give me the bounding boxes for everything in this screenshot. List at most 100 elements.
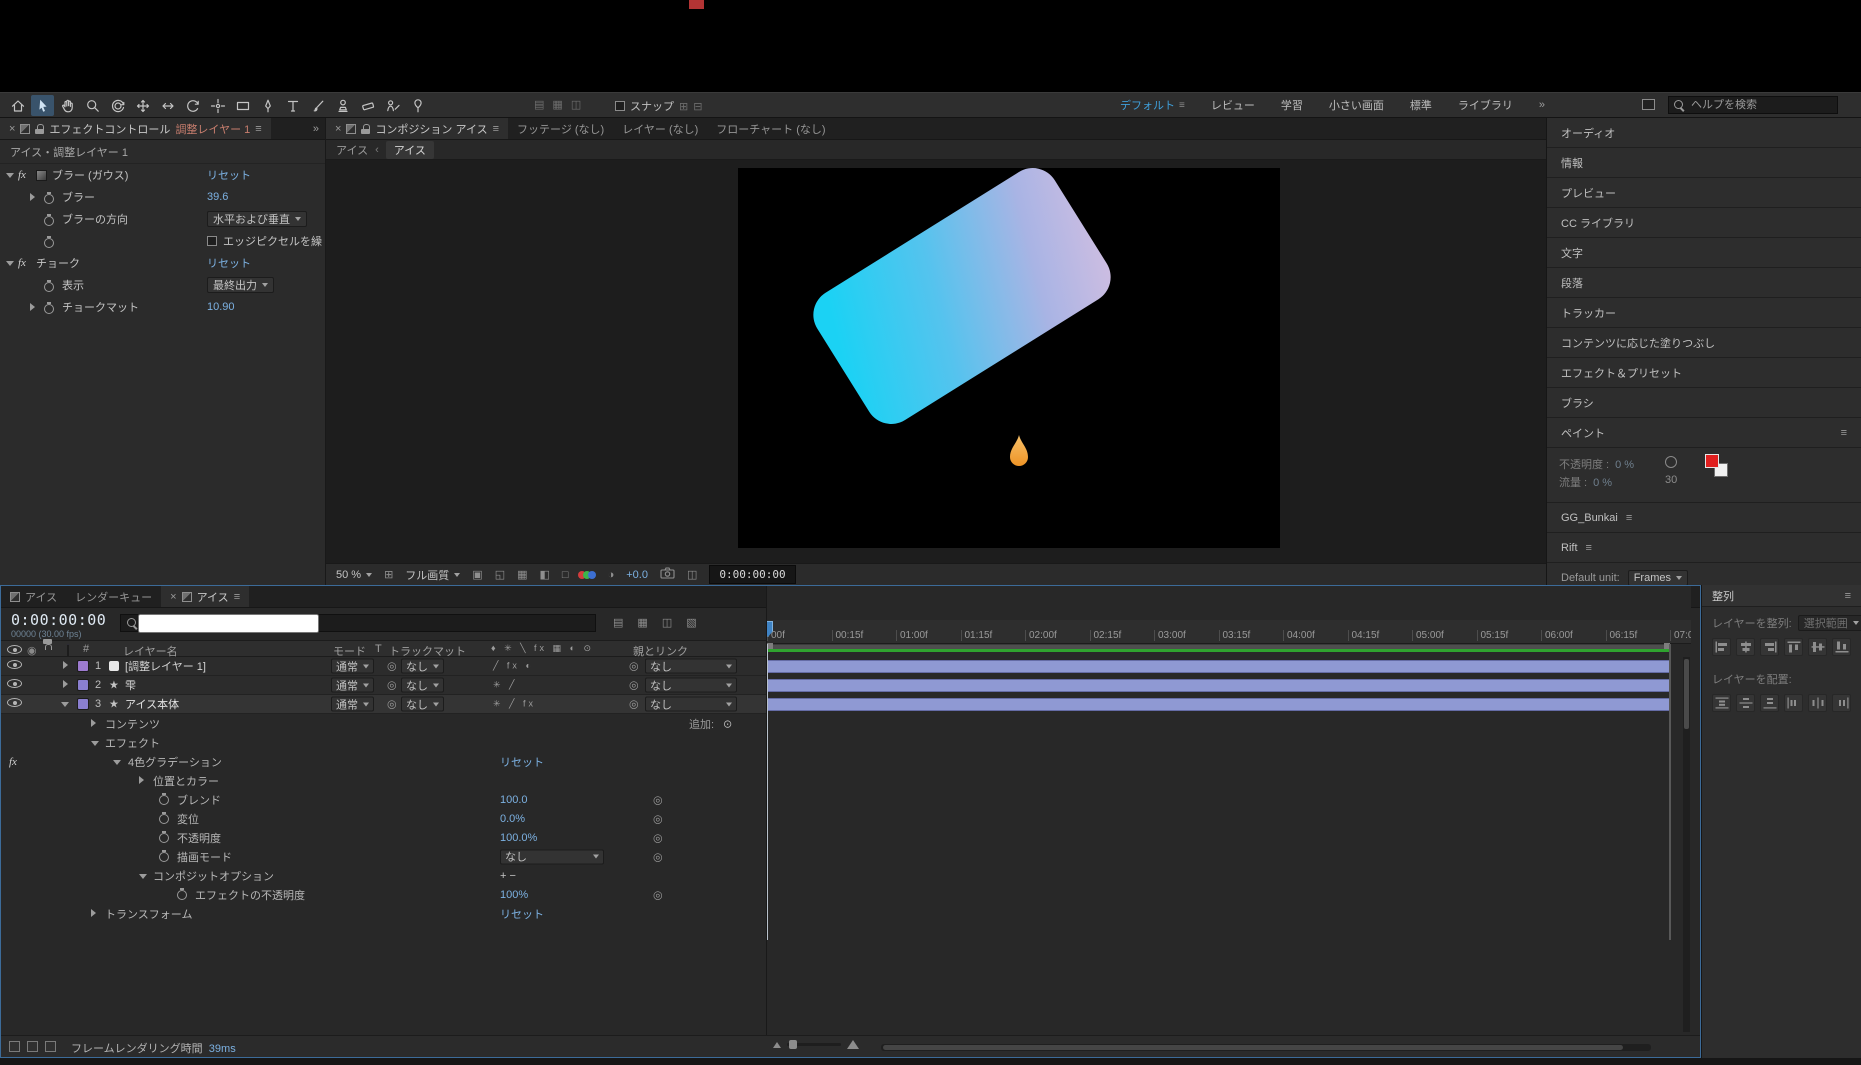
panel-tab-paragraph[interactable]: 段落: [1547, 268, 1861, 298]
property-row-opacity[interactable]: 不透明度 100.0% ◎: [1, 828, 766, 847]
parent-select[interactable]: なし: [645, 696, 737, 712]
eye-icon[interactable]: [7, 698, 22, 707]
workspace-tab-default[interactable]: デフォルト ≡: [1120, 97, 1185, 113]
align-top-button[interactable]: [1784, 638, 1803, 656]
twirl-open-icon[interactable]: [6, 172, 14, 178]
layer-duration-bar-1[interactable]: [767, 660, 1670, 673]
eraser-tool-icon[interactable]: [356, 95, 379, 116]
align-left-button[interactable]: [1712, 638, 1731, 656]
panel-menu-icon[interactable]: ≡: [234, 591, 240, 603]
panel-menu-icon[interactable]: ≡: [1586, 542, 1592, 554]
twirl-closed-icon[interactable]: [139, 775, 144, 784]
property-row-composite-options[interactable]: コンポジットオプション + −: [1, 866, 766, 885]
expand-in-out-icon[interactable]: [45, 1041, 56, 1052]
breadcrumb-current[interactable]: アイス: [385, 140, 434, 159]
twirl-open-icon[interactable]: [6, 260, 14, 266]
snap-along-edge-icon[interactable]: ⊟: [693, 100, 702, 113]
stopwatch-icon[interactable]: [44, 279, 54, 292]
twirl-closed-icon[interactable]: [30, 193, 35, 201]
align-vertical-center-button[interactable]: [1808, 638, 1827, 656]
twirl-open-icon[interactable]: [139, 873, 147, 879]
add-property-button[interactable]: ⊙: [723, 717, 732, 730]
layer-row-1[interactable]: 1 [調整レイヤー 1] 通常 ◎ なし ╱ fx ◐ ◎ なし: [1, 657, 766, 676]
current-timecode[interactable]: 0:00:00:00: [11, 611, 106, 629]
property-row-position-color[interactable]: 位置とカラー: [1, 771, 766, 790]
workspace-overflow-button[interactable]: »: [1539, 99, 1545, 111]
workspace-tab-standard[interactable]: 標準: [1410, 97, 1432, 113]
twirl-closed-icon[interactable]: [63, 661, 68, 669]
eye-icon[interactable]: [7, 679, 22, 688]
stopwatch-icon[interactable]: [159, 830, 169, 843]
timeline-search[interactable]: [120, 613, 596, 633]
layer-switches[interactable]: ✳ ╱ fx: [493, 699, 536, 710]
home-tool-icon[interactable]: [6, 95, 29, 116]
layer-duration-bar-3[interactable]: [767, 698, 1670, 711]
effect-property-row[interactable]: チョークマット 10.90: [0, 296, 325, 318]
zoom-slider[interactable]: [787, 1040, 841, 1049]
effect-property-row[interactable]: エッジピクセルを繰: [0, 230, 325, 252]
track-matte-select[interactable]: なし: [401, 658, 444, 674]
panel-tab-audio[interactable]: オーディオ: [1547, 118, 1861, 148]
scrollbar-thumb[interactable]: [1684, 659, 1689, 729]
selection-tool-icon[interactable]: [31, 95, 54, 116]
effect-header-row[interactable]: fx ブラー (ガウス) リセット: [0, 164, 325, 186]
effect-controls-tab[interactable]: × エフェクトコントロール 調整レイヤー 1 ≡: [0, 118, 271, 139]
default-unit-select[interactable]: Frames: [1627, 569, 1688, 586]
label-color-chip[interactable]: [77, 698, 89, 710]
blur-direction-select[interactable]: 水平および垂直: [207, 211, 307, 227]
pen-tool-icon[interactable]: [256, 95, 279, 116]
workspace-tab-learn[interactable]: 学習: [1281, 97, 1303, 113]
parent-select[interactable]: なし: [645, 677, 737, 693]
orbit-camera-tool-icon[interactable]: [106, 95, 129, 116]
panel-tab-preview[interactable]: プレビュー: [1547, 178, 1861, 208]
guides-icon[interactable]: ◧: [540, 568, 550, 581]
pick-whip-icon[interactable]: ◎: [653, 793, 663, 806]
layer-switches[interactable]: ✳ ╱: [493, 680, 517, 691]
mask-option-icon[interactable]: ◫: [571, 98, 581, 111]
panel-tab-gg-bunkai[interactable]: GG_Bunkai ≡: [1547, 503, 1861, 533]
mask-visibility-icon[interactable]: ▦: [517, 568, 527, 581]
parent-pick-whip-icon[interactable]: ◎: [629, 660, 639, 673]
distribute-horizontal-center-button[interactable]: [1808, 694, 1827, 712]
property-value[interactable]: 0.0%: [500, 813, 525, 825]
blend-mode-select[interactable]: 通常: [331, 677, 374, 693]
reset-link[interactable]: リセット: [500, 754, 544, 770]
footage-tab[interactable]: フッテージ (なし): [508, 118, 613, 139]
composite-add-remove-buttons[interactable]: + −: [500, 870, 516, 882]
property-value[interactable]: 39.6: [207, 191, 228, 203]
composition-viewer[interactable]: [326, 160, 1546, 563]
graph-editor-icon[interactable]: ▧: [686, 616, 696, 629]
audio-column-icon[interactable]: ◉: [27, 644, 37, 657]
composition-marker-icon[interactable]: ▤: [613, 616, 623, 629]
parent-pick-whip-icon[interactable]: ◎: [629, 679, 639, 692]
snap-checkbox[interactable]: [615, 101, 625, 111]
property-row-effect-opacity[interactable]: エフェクトの不透明度 100% ◎: [1, 885, 766, 904]
expand-layer-switches-icon[interactable]: [9, 1041, 20, 1052]
stopwatch-icon[interactable]: [177, 887, 187, 900]
roto-brush-tool-icon[interactable]: [381, 95, 404, 116]
parent-pick-whip-icon[interactable]: ◎: [629, 698, 639, 711]
brush-tool-icon[interactable]: [306, 95, 329, 116]
panel-tab-effects-presets[interactable]: エフェクト＆プリセット: [1547, 358, 1861, 388]
zoom-in-icon[interactable]: [847, 1040, 859, 1049]
distribute-vertical-center-button[interactable]: [1736, 694, 1755, 712]
effect-property-row[interactable]: 表示 最終出力: [0, 274, 325, 296]
help-search[interactable]: [1668, 96, 1838, 114]
help-search-input[interactable]: [1691, 99, 1825, 111]
panel-tab-info[interactable]: 情報: [1547, 148, 1861, 178]
distribute-right-button[interactable]: [1832, 694, 1851, 712]
layer-name[interactable]: [調整レイヤー 1]: [125, 658, 206, 674]
align-bottom-button[interactable]: [1832, 638, 1851, 656]
rulers-icon[interactable]: □: [562, 569, 569, 581]
panel-tab-brushes[interactable]: ブラシ: [1547, 388, 1861, 418]
panel-tab-content-aware-fill[interactable]: コンテンツに応じた塗りつぶし: [1547, 328, 1861, 358]
transparency-grid-icon[interactable]: ◱: [495, 568, 505, 581]
zoom-slider-thumb[interactable]: [789, 1040, 797, 1049]
draw-mode-select[interactable]: なし: [500, 849, 604, 864]
close-icon[interactable]: ×: [9, 123, 15, 135]
panel-overflow-icon[interactable]: »: [313, 123, 325, 135]
track-matte-select[interactable]: なし: [401, 696, 444, 712]
show-snapshot-icon[interactable]: ◫: [687, 568, 697, 581]
flowchart-tab[interactable]: フローチャート (なし): [707, 118, 834, 139]
current-time-indicator-line[interactable]: [767, 644, 768, 940]
